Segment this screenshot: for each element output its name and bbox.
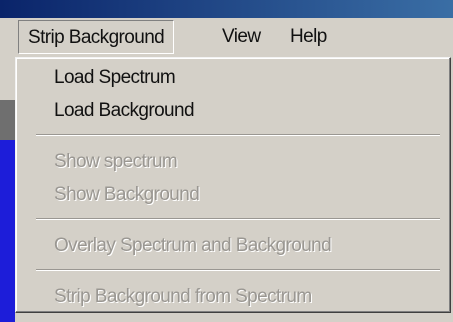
strip-background-dropdown-menu: Load Spectrum Load Background Show spect… [15,57,451,313]
menu-view[interactable]: View [213,20,269,54]
menu-separator [36,134,440,136]
menu-bar: Strip Background View Help [0,18,453,58]
window-title-bar [0,0,453,18]
menu-item-show-spectrum: Show spectrum [54,151,178,172]
client-area [0,140,15,322]
menu-separator [36,218,440,220]
menu-help[interactable]: Help [281,20,336,54]
menu-separator [36,269,440,271]
menu-item-strip-background-from-spectrum: Strip Background from Spectrum [54,286,312,307]
menu-item-overlay-spectrum-background: Overlay Spectrum and Background [54,235,332,256]
menu-strip-background[interactable]: Strip Background [18,20,175,54]
menu-item-show-background: Show Background [54,184,200,205]
toolbar-band [0,100,15,140]
menu-item-load-background[interactable]: Load Background [54,97,195,125]
menu-item-load-spectrum[interactable]: Load Spectrum [54,64,176,92]
